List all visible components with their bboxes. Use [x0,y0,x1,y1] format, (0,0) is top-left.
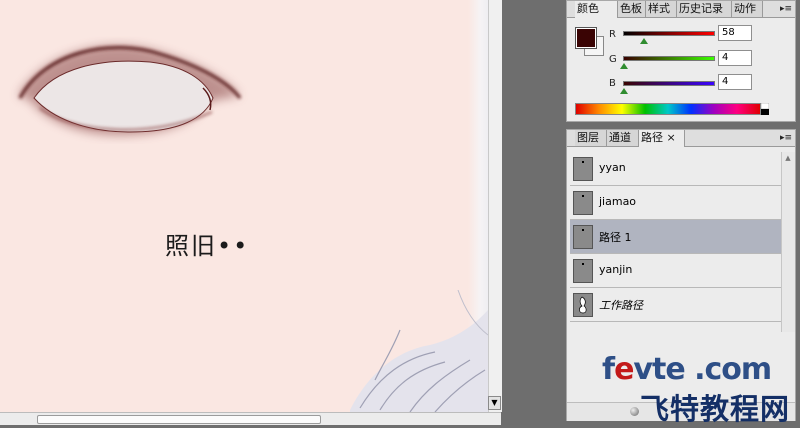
watermark-f: f [602,352,615,387]
tab-history[interactable]: 历史记录 [677,1,732,17]
path-thumbnail [573,225,593,249]
path-name: yyan [599,161,626,174]
red-slider-track[interactable] [623,31,715,36]
panel-menu-icon[interactable]: ▸≡ [779,132,793,144]
fabric-sketch [350,290,488,412]
canvas-vertical-scrollbar[interactable] [488,0,502,412]
color-panel: 颜色 色板 样式 历史记录 动作 ▸≡ R 58 G 4 B 4 [566,0,796,122]
red-slider-thumb[interactable] [639,38,648,44]
watermark-logo: fevte .com [602,352,772,387]
slider-label-b: B [609,78,616,89]
watermark-rest: vte .com [633,352,772,387]
path-row-path1[interactable]: 路径 1 [570,220,781,254]
tab-paths-label: 路径 [641,131,663,144]
color-spectrum-bar[interactable] [575,103,761,115]
path-thumbnail [573,259,593,283]
tab-close-icon[interactable]: × [667,131,676,144]
panel-menu-icon[interactable]: ▸≡ [779,3,793,15]
path-row-work-path[interactable]: 工作路径 [570,288,781,322]
color-panel-tabs: 颜色 色板 样式 历史记录 动作 ▸≡ [567,1,795,18]
green-slider-thumb[interactable] [620,63,629,69]
slider-label-r: R [609,29,616,40]
watermark-e: e [614,352,634,387]
blue-slider-thumb[interactable] [620,88,629,94]
paths-panel-tabs: 图层 通道 路径 × ▸≡ [567,130,795,147]
tab-layers[interactable]: 图层 [575,130,607,146]
scroll-up-arrow-icon[interactable]: ▲ [782,152,794,164]
path-thumbnail [573,157,593,181]
blue-slider-track[interactable] [623,81,715,86]
slider-label-g: G [609,54,617,65]
paths-list-scrollbar[interactable]: ▲ [781,152,795,332]
canvas-text-layer: 照旧•• [165,232,250,260]
path-row-yanjin[interactable]: yanjin [570,254,781,288]
tab-swatches[interactable]: 色板 [618,1,646,17]
eye-drawing [18,45,242,136]
tab-actions[interactable]: 动作 [732,1,763,17]
path-thumbnail [573,191,593,215]
tab-styles[interactable]: 样式 [646,1,677,17]
watermark-site-name: 飞特教程网 [640,392,791,426]
fill-path-icon[interactable] [630,407,639,416]
canvas-horizontal-scrollbar[interactable] [0,412,501,425]
path-row-jiamao[interactable]: jiamao [570,186,781,220]
foreground-color-swatch[interactable] [575,27,597,49]
blue-value-field[interactable]: 4 [718,74,752,90]
green-value-field[interactable]: 4 [718,50,752,66]
document-canvas[interactable]: 照旧•• [0,0,488,412]
black-white-ramp[interactable] [761,103,769,115]
tab-color[interactable]: 颜色 [575,1,618,18]
paths-list: yyan jiamao 路径 1 yanjin 工作路径 [567,152,781,332]
green-slider-track[interactable] [623,56,715,61]
path-row-yyan[interactable]: yyan [570,152,781,186]
path-name: 工作路径 [599,299,643,312]
path-name: yanjin [599,263,633,276]
tab-paths[interactable]: 路径 × [639,130,685,147]
path-name: jiamao [599,195,637,208]
scroll-down-arrow-icon[interactable]: ▼ [488,396,501,410]
horizontal-scroll-thumb[interactable] [37,415,321,424]
tab-channels[interactable]: 通道 [607,130,639,146]
red-value-field[interactable]: 58 [718,25,752,41]
path-name: 路径 1 [599,231,632,244]
path-thumbnail [573,293,593,317]
